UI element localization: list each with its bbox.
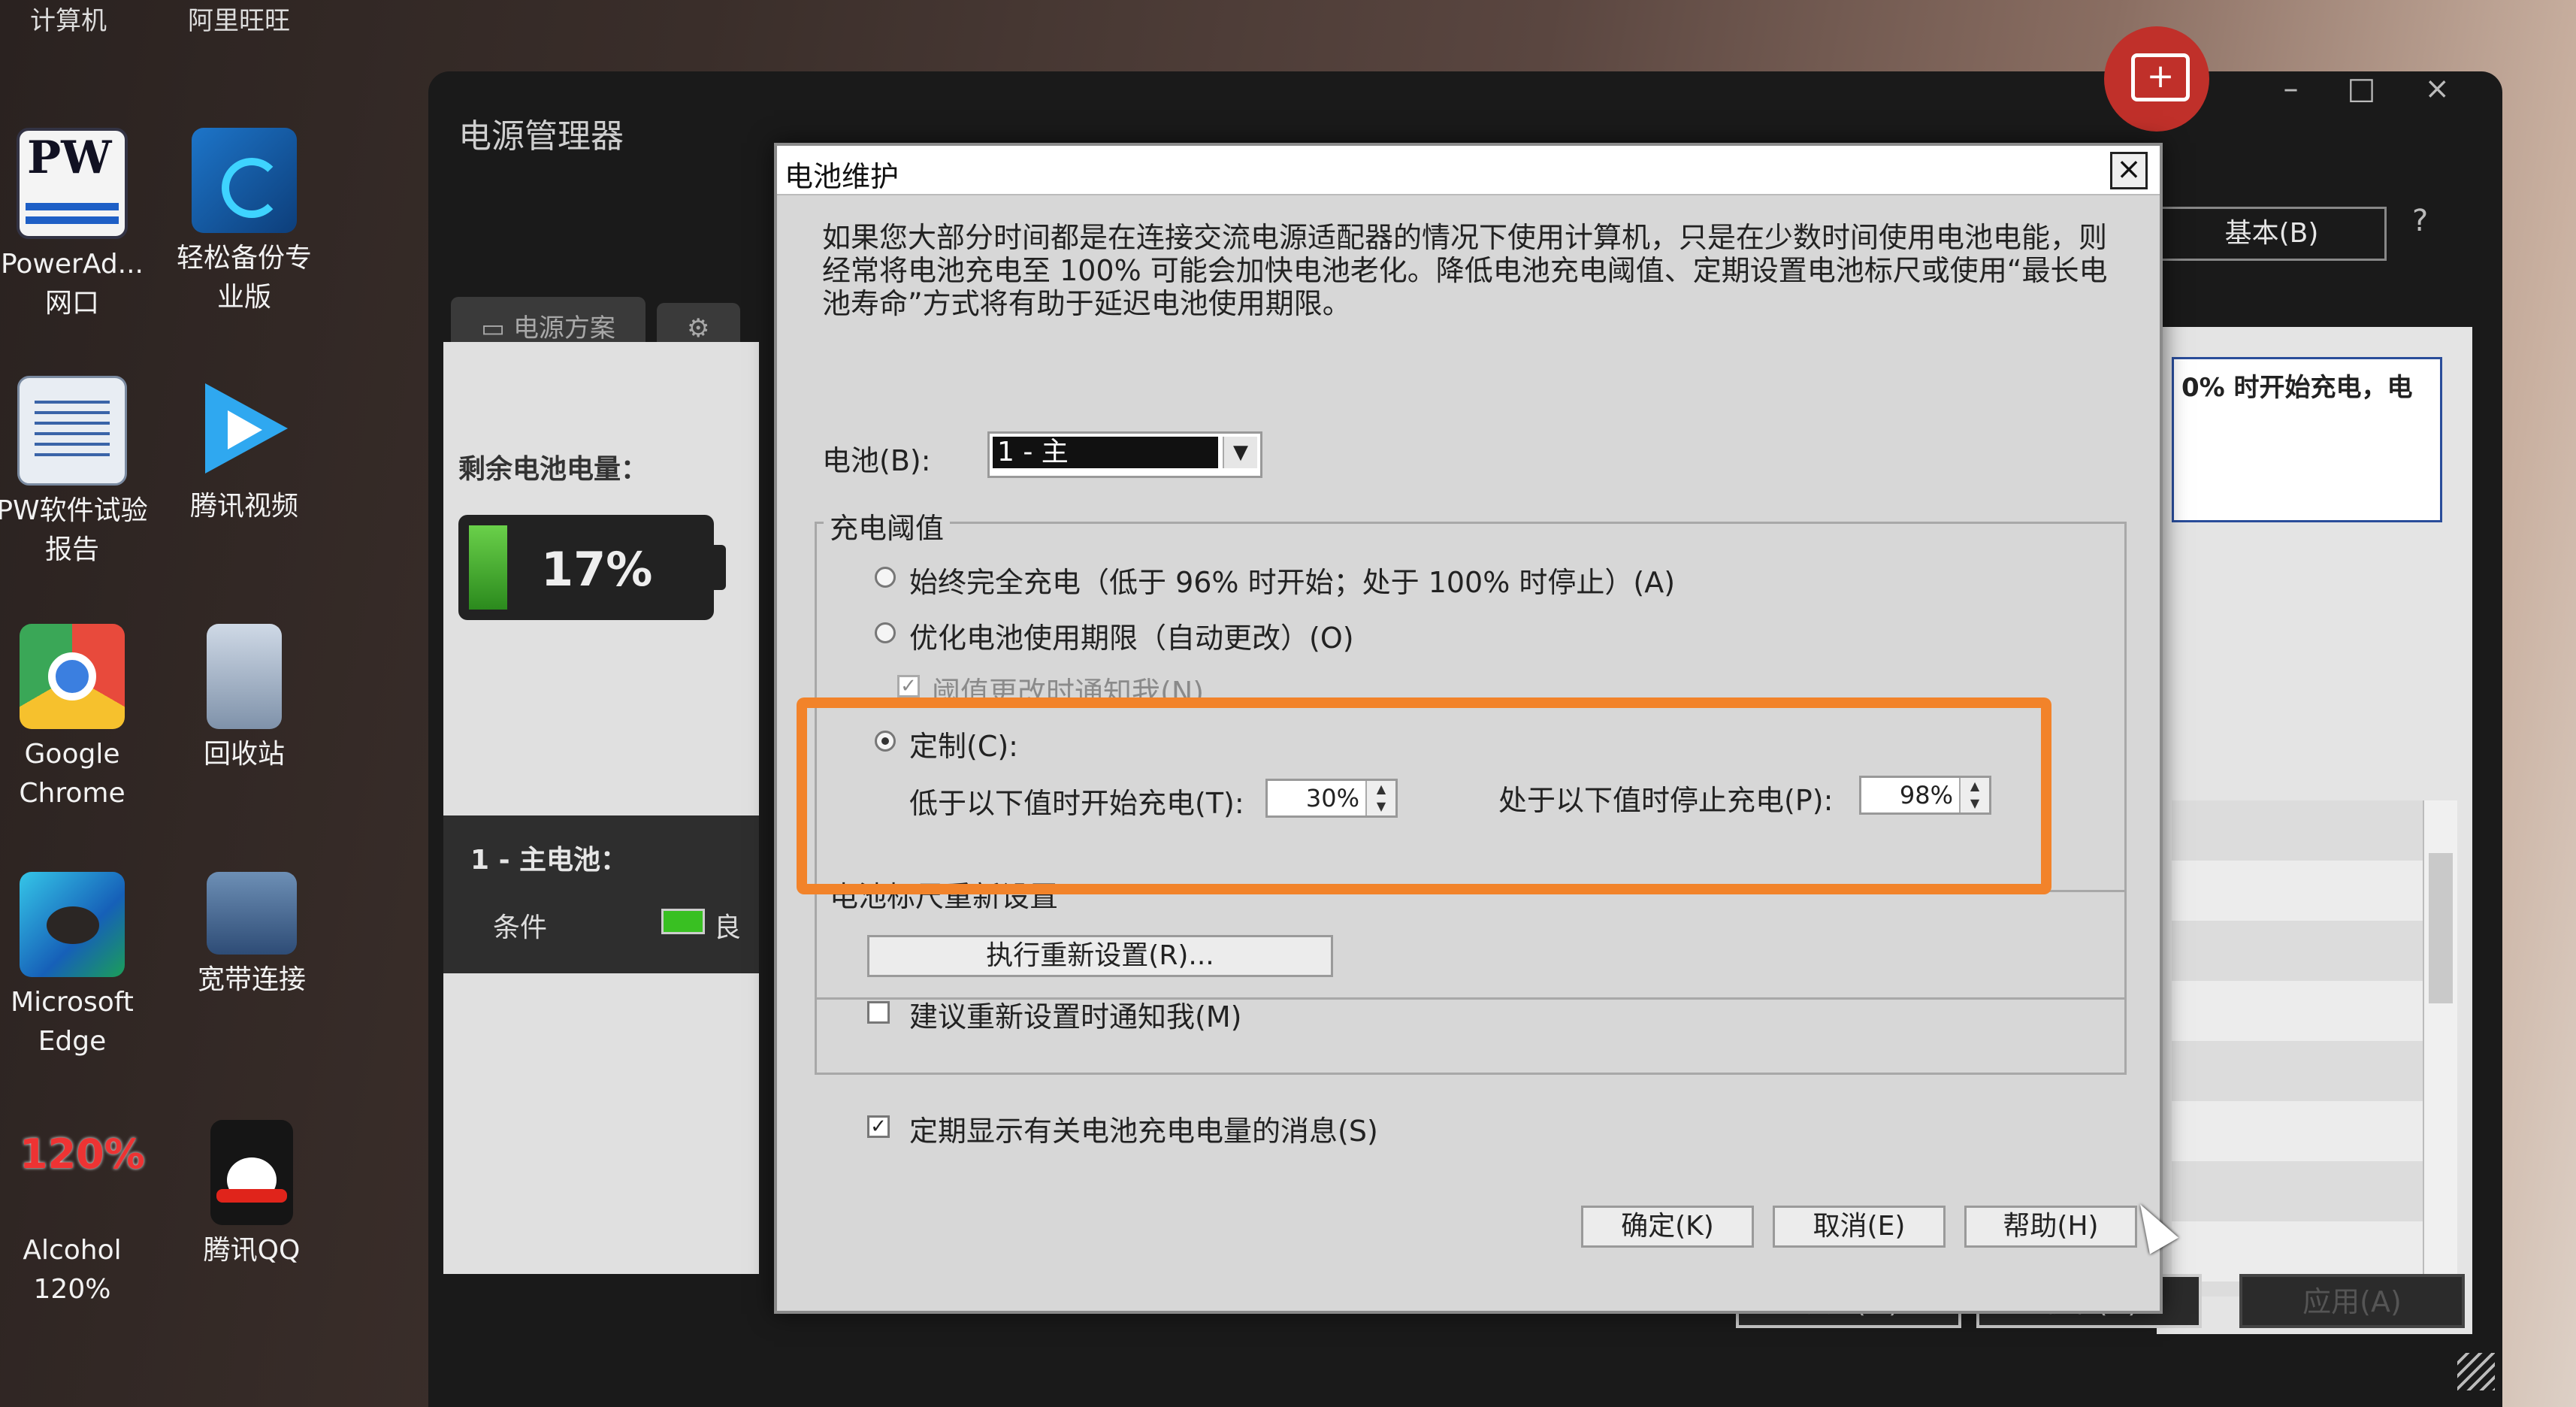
checkbox-notify-change[interactable]: ✓ xyxy=(897,675,920,697)
battery-select-label: 电池(B): xyxy=(822,444,931,477)
desktop-icon-label: 报告 xyxy=(44,534,99,565)
battery-fill xyxy=(469,525,507,610)
scrollbar[interactable] xyxy=(2423,800,2457,1297)
condition-label: 条件 xyxy=(493,912,548,943)
desktop-icon-label: 网口 xyxy=(44,288,99,319)
broadband-connection-icon xyxy=(207,872,297,955)
radio-always-full[interactable] xyxy=(875,567,896,588)
option-optimize-label: 优化电池使用期限（自动更改）(O) xyxy=(909,622,1354,655)
reset-button[interactable]: 执行重新设置(R)... xyxy=(867,935,1333,977)
battery-select-value: 1 - 主 xyxy=(993,437,1218,468)
desktop-icon-label: Alcohol xyxy=(23,1235,122,1266)
desktop-icon-pw-report[interactable]: PW软件试验 报告 xyxy=(0,376,162,570)
desktop-icon-chrome[interactable]: Google Chrome xyxy=(0,624,162,813)
notify-reset-label: 建议重新设置时通知我(M) xyxy=(909,1000,1242,1033)
chevron-down-icon[interactable]: ▼ xyxy=(1223,437,1257,468)
battery-gauge: 17% xyxy=(458,515,726,620)
tencent-video-icon xyxy=(192,376,297,481)
help-icon[interactable]: ? xyxy=(2412,204,2428,238)
poweradmin-icon: PW xyxy=(17,128,128,239)
ok-button[interactable]: 确定(K) xyxy=(1581,1206,1754,1248)
chrome-icon xyxy=(20,624,125,729)
desktop-icon-alcohol[interactable]: 120% Alcohol 120% xyxy=(0,1120,162,1309)
scrollbar-thumb[interactable] xyxy=(2429,853,2453,1003)
main-battery-section: 1 - 主电池： 条件 良 xyxy=(443,815,759,973)
desktop-icon-edge[interactable]: Microsoft Edge xyxy=(0,872,162,1061)
minimize-button[interactable]: – xyxy=(2284,71,2299,106)
desktop-icon-broadband[interactable]: 宽带连接 xyxy=(162,872,342,1000)
window-controls: – □ × xyxy=(2239,71,2451,106)
main-battery-label: 1 - 主电池： xyxy=(470,845,628,876)
desktop-label-aliwangwang: 阿里旺旺 xyxy=(188,6,290,36)
edge-icon xyxy=(20,872,125,977)
basic-button[interactable]: 基本(B) xyxy=(2157,207,2387,261)
periodic-message-label: 定期显示有关电池充电电量的消息(S) xyxy=(909,1115,1378,1148)
window-title: 电源管理器 xyxy=(458,117,624,156)
document-icon xyxy=(17,376,127,486)
desktop-icon-label: 腾讯QQ xyxy=(203,1235,301,1266)
battery-percent: 17% xyxy=(541,542,653,597)
desktop-icon-label: Google xyxy=(24,739,120,770)
desktop-icon-label: 腾讯视频 xyxy=(189,491,298,522)
radio-optimize[interactable] xyxy=(875,622,896,643)
backup-icon xyxy=(192,128,297,233)
charge-threshold-label: 充电阈值 xyxy=(824,505,951,546)
desktop-icon-label: Chrome xyxy=(19,778,125,809)
option-always-full-label: 始终完全充电（低于 96% 时开始；处于 100% 时停止）(A) xyxy=(909,566,1676,599)
desktop-icon-label: 120% xyxy=(33,1274,111,1305)
apply-button[interactable]: 应用(A) xyxy=(2239,1274,2465,1328)
desktop-icon-label: Microsoft xyxy=(11,987,134,1018)
cancel-button[interactable]: 取消(E) xyxy=(1773,1206,1946,1248)
close-icon[interactable]: × xyxy=(2110,152,2148,189)
desktop-icon-label: 业版 xyxy=(216,282,271,313)
battery-condition-icon xyxy=(661,909,705,934)
desktop-icon-recycle-bin[interactable]: 回收站 xyxy=(154,624,334,774)
desktop-icon-label: PowerAd... xyxy=(0,249,144,280)
desktop-icon-label: 回收站 xyxy=(203,739,285,770)
battery-status-panel: 剩余电池电量： 17% 1 - 主电池： 条件 良 xyxy=(443,342,759,1274)
qq-penguin-icon xyxy=(210,1120,293,1225)
desktop-icon-tencent-video[interactable]: 腾讯视频 xyxy=(154,376,334,526)
desktop-icon-easy-backup[interactable]: 轻松备份专 业版 xyxy=(154,128,334,317)
alcohol-icon: 120% xyxy=(20,1130,145,1178)
help-button[interactable]: 帮助(H) xyxy=(1964,1206,2137,1248)
charge-info-text: 0% 时开始充电，电 xyxy=(2172,357,2442,522)
battery-plus-icon xyxy=(2104,26,2209,132)
resize-grip[interactable] xyxy=(2457,1353,2495,1390)
gear-icon: ⚙ xyxy=(687,313,710,343)
custom-threshold-highlight xyxy=(797,697,2051,894)
recycle-bin-icon xyxy=(207,624,282,729)
maximize-button[interactable]: □ xyxy=(2348,71,2376,106)
gauge-reset-group xyxy=(815,890,2127,1075)
desktop-icon-poweradmin[interactable]: PW PowerAd... 网口 xyxy=(0,128,162,323)
remaining-battery-label: 剩余电池电量： xyxy=(458,454,649,485)
battery-select[interactable]: 1 - 主 ▼ xyxy=(987,431,1262,478)
checkbox-notify-reset[interactable] xyxy=(867,1001,890,1024)
desktop-icon-label: 宽带连接 xyxy=(197,964,306,995)
dialog-description: 如果您大部分时间都是在连接交流电源适配器的情况下使用计算机，只是在少数时间使用电… xyxy=(822,221,2108,320)
desktop-icon-label: PW软件试验 xyxy=(0,495,148,526)
condition-value: 良 xyxy=(714,912,742,943)
desktop-label-computer: 计算机 xyxy=(30,6,107,36)
dialog-title: 电池维护 xyxy=(785,160,899,193)
desktop-icon-label: 轻松备份专 xyxy=(176,243,312,274)
close-button[interactable]: × xyxy=(2424,71,2450,106)
desktop-icon-qq[interactable]: 腾讯QQ xyxy=(162,1120,342,1270)
settings-panel: 0% 时开始充电，电 xyxy=(2157,327,2472,1334)
settings-list xyxy=(2172,800,2457,1297)
checkbox-periodic-message[interactable]: ✓ xyxy=(867,1115,890,1138)
dialog-titlebar: 电池维护 × xyxy=(777,146,2160,195)
desktop-icon-label: Edge xyxy=(38,1026,107,1057)
